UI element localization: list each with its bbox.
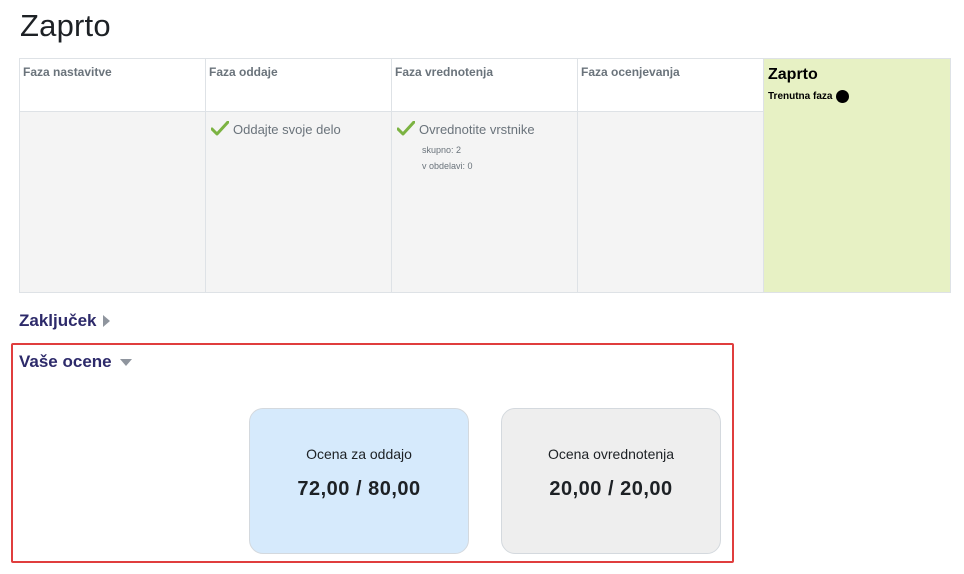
workshop-phases-table: Faza nastavitve Faza oddaje Oddajte svoj… [19, 58, 951, 293]
grades-section-toggle[interactable]: Vaše ocene [19, 352, 132, 372]
current-phase-dot-icon [836, 90, 850, 103]
collapse-down-icon [119, 358, 132, 366]
phase-evaluation: Faza ocenjevanja [578, 59, 764, 292]
phase-closed: Zaprto Trenutna faza [764, 59, 950, 292]
page-title: Zaprto [20, 8, 111, 43]
task-detail-total: skupno: 2 [422, 145, 462, 155]
expand-right-icon [102, 315, 110, 327]
conclusion-section-toggle[interactable]: Zaključek [19, 311, 110, 331]
phase-name: Faza vrednotenja [395, 65, 494, 79]
task-item: Oddajte svoje delo [211, 121, 386, 137]
phase-name: Faza nastavitve [23, 65, 112, 79]
checkmark-icon [211, 121, 229, 136]
current-phase-label: Trenutna faza [768, 91, 833, 102]
grades-section-label: Vaše ocene [19, 352, 112, 371]
phase-name: Zaprto [768, 66, 818, 83]
checkmark-icon [397, 121, 415, 136]
task-details: skupno: 2 v obdelavi: 0 [422, 142, 572, 174]
grade-value: 20,00 / 20,00 [549, 478, 673, 500]
submission-grade-card: Ocena za oddajo 72,00 / 80,00 [249, 408, 469, 554]
assessment-grade-card: Ocena ovrednotenja 20,00 / 20,00 [501, 408, 721, 554]
phase-setup: Faza nastavitve [20, 59, 206, 292]
task-label: Oddajte svoje delo [233, 122, 341, 137]
task-label: Ovrednotite vrstnike [419, 122, 535, 137]
current-phase-indicator: Trenutna faza [768, 90, 946, 103]
phase-name: Faza oddaje [209, 65, 278, 79]
grade-label: Ocena za oddajo [306, 446, 412, 462]
grade-value: 72,00 / 80,00 [297, 478, 421, 500]
phase-name: Faza ocenjevanja [581, 65, 680, 79]
task-item: Ovrednotite vrstnike [397, 121, 572, 137]
task-detail-pending: v obdelavi: 0 [422, 161, 473, 171]
conclusion-section-label: Zaključek [19, 311, 97, 330]
grade-label: Ocena ovrednotenja [547, 446, 675, 462]
phase-submission: Faza oddaje Oddajte svoje delo [206, 59, 392, 292]
phase-assessment: Faza vrednotenja Ovrednotite vrstnike sk… [392, 59, 578, 292]
